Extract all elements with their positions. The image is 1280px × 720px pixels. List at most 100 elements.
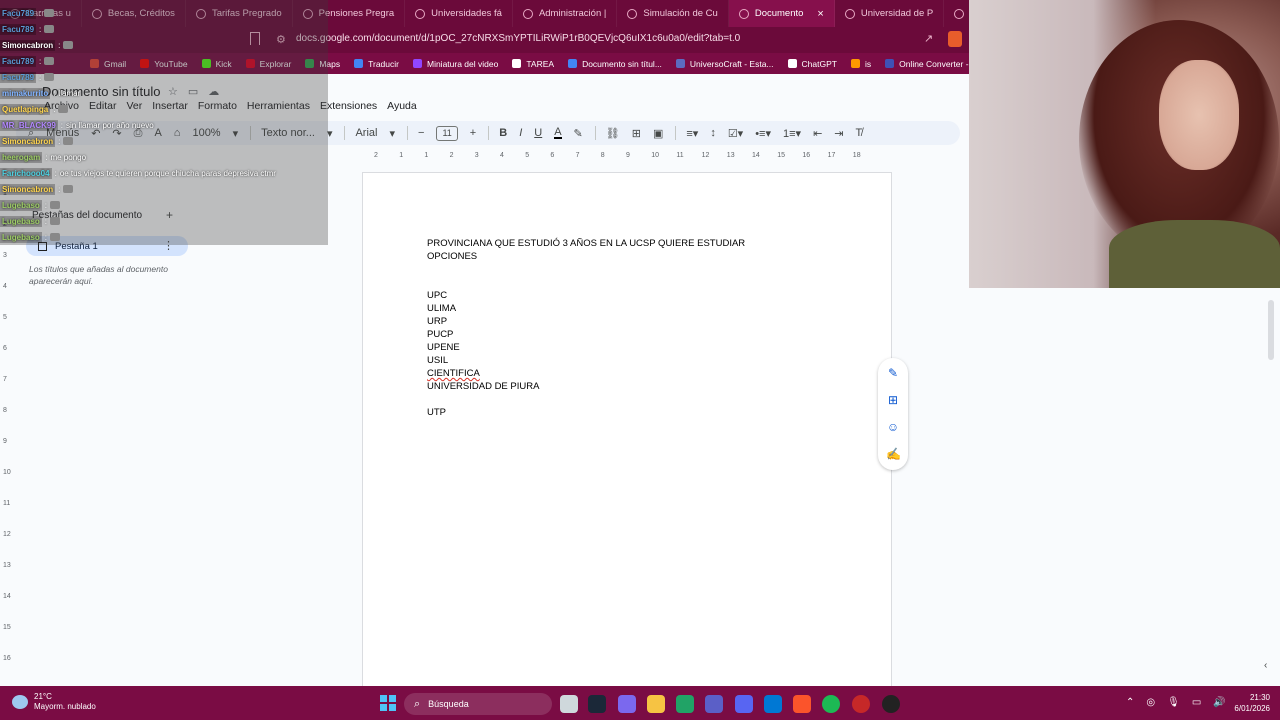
chat-emote-icon xyxy=(44,73,55,81)
underline-icon[interactable]: U xyxy=(534,127,542,139)
ruler-tick: 2 xyxy=(449,152,454,159)
expand-icon[interactable]: ‹ xyxy=(1264,660,1267,671)
document-line[interactable]: UTP xyxy=(427,406,745,419)
line-spacing-icon[interactable]: ↕ xyxy=(710,127,716,139)
store-icon[interactable] xyxy=(764,695,782,713)
windows-start-icon[interactable] xyxy=(380,695,398,713)
document-body[interactable]: PROVINCIANA QUE ESTUDIÓ 3 AÑOS EN LA UCS… xyxy=(427,237,745,419)
chat-emote-icon xyxy=(50,201,61,209)
bulleted-list-icon[interactable]: •≡▾ xyxy=(755,127,771,140)
document-line[interactable]: UNIVERSIDAD DE PIURA xyxy=(427,380,745,393)
document-line[interactable] xyxy=(427,276,745,289)
document-line[interactable]: PROVINCIANA QUE ESTUDIÓ 3 AÑOS EN LA UCS… xyxy=(427,237,745,250)
decrease-indent-icon[interactable]: ⇤ xyxy=(813,127,822,140)
browser-tab[interactable]: Administración | xyxy=(513,0,618,27)
document-page[interactable]: PROVINCIANA QUE ESTUDIÓ 3 AÑOS EN LA UCS… xyxy=(362,172,892,692)
document-line[interactable]: UPENE xyxy=(427,341,745,354)
document-line[interactable]: PUCP xyxy=(427,328,745,341)
add-comment-float-icon[interactable]: ⊞ xyxy=(886,393,900,407)
weather-widget[interactable]: 21°C Mayorm. nublado xyxy=(12,692,96,712)
browser-tab[interactable]: Universidad de P xyxy=(835,0,945,27)
steam-icon[interactable] xyxy=(588,695,606,713)
chat-message: Lugebaso: xyxy=(0,198,61,212)
insert-image-icon[interactable]: ▣ xyxy=(653,127,663,140)
microphone-icon[interactable]: 🎙 xyxy=(1167,697,1180,708)
numbered-list-icon[interactable]: 1≡▾ xyxy=(783,127,801,140)
bookmark-label: Miniatura del video xyxy=(426,58,499,69)
bookmark-item[interactable]: Documento sin títul... xyxy=(568,59,662,69)
url-field[interactable]: docs.google.com/document/d/1pOC_27cNRXSm… xyxy=(296,33,740,44)
font-select[interactable]: Arial xyxy=(355,127,377,139)
toolbar-divider xyxy=(488,126,490,140)
chat-message: Facu789: xyxy=(0,54,55,68)
chat-message: Simoncabron: xyxy=(0,182,74,196)
browser-tab[interactable]: Documento × xyxy=(728,0,835,27)
chat-emote-icon xyxy=(44,9,55,17)
chat-message: Facu789: xyxy=(0,22,55,36)
increase-indent-icon[interactable]: ⇥ xyxy=(834,127,843,140)
bookmark-item[interactable]: ChatGPT xyxy=(787,59,837,69)
document-line[interactable] xyxy=(427,263,745,276)
excel-icon[interactable] xyxy=(676,695,694,713)
document-line[interactable]: UPC xyxy=(427,289,745,302)
share-icon[interactable]: ↗ xyxy=(924,32,933,45)
highlight-icon[interactable]: ✎ xyxy=(574,127,583,140)
text-color-icon[interactable]: A xyxy=(554,127,562,139)
network-icon[interactable]: ◎ xyxy=(1146,697,1155,708)
copilot-icon[interactable] xyxy=(618,695,636,713)
decrease-font-size-icon[interactable]: − xyxy=(418,127,424,139)
close-tab-icon[interactable]: × xyxy=(817,8,823,20)
browser-tab[interactable]: Simulación de Cu xyxy=(617,0,729,27)
emoji-reaction-icon[interactable]: ☺ xyxy=(886,420,900,434)
brave-shield-icon[interactable] xyxy=(948,31,962,47)
horizontal-ruler[interactable]: 2 1 1 2 3 4 5 6 7 8 9 10 11 12 13 14 15 16 17 18 xyxy=(330,148,950,162)
taskbar-search-label: Búsqueda xyxy=(428,699,469,709)
brave-browser-icon[interactable] xyxy=(793,695,811,713)
app-icon[interactable] xyxy=(852,695,870,713)
font-chevron-icon[interactable]: ▾ xyxy=(389,127,395,140)
document-line[interactable] xyxy=(427,393,745,406)
taskbar-search[interactable]: ⌕ Búsqueda xyxy=(404,693,552,715)
chat-message: mimakurrito: llamar xyxy=(0,87,81,99)
obs-icon[interactable] xyxy=(882,695,900,713)
checklist-icon[interactable]: ☑▾ xyxy=(728,127,743,140)
volume-icon[interactable]: 🔊 xyxy=(1213,697,1225,708)
file-explorer-icon[interactable] xyxy=(647,695,665,713)
document-line[interactable]: ULIMA xyxy=(427,302,745,315)
font-size-input[interactable]: 11 xyxy=(436,125,458,141)
taskbar-clock[interactable]: 21:30 6/01/2026 xyxy=(1228,692,1270,714)
browser-tab[interactable]: Universidades fá xyxy=(405,0,513,27)
document-line[interactable]: URP xyxy=(427,315,745,328)
bold-icon[interactable]: B xyxy=(499,127,507,139)
display-icon[interactable]: ▭ xyxy=(1192,697,1201,708)
bookmark-item[interactable]: Online Converter -... xyxy=(885,59,976,69)
add-comment-icon[interactable]: ⊞ xyxy=(632,127,641,140)
task-view-icon[interactable] xyxy=(560,695,578,713)
document-line[interactable]: OPCIONES xyxy=(427,250,745,263)
menu-ayuda[interactable]: Ayuda xyxy=(387,100,417,112)
help-me-write-icon[interactable]: ✎ xyxy=(886,366,900,380)
stream-chat-overlay: Facu789: Facu789: Simoncabron: Facu789: Facu… xyxy=(0,0,328,245)
spotify-icon[interactable] xyxy=(822,695,840,713)
document-line[interactable]: CIENTIFICA xyxy=(427,367,745,380)
align-icon[interactable]: ≡▾ xyxy=(686,127,698,140)
bookmark-item[interactable]: Miniatura del video xyxy=(412,58,499,69)
tabs-outline-hint: Los títulos que añadas al documento apar… xyxy=(29,264,168,286)
ruler-tick: 16 xyxy=(3,655,11,662)
menu-extensiones[interactable]: Extensiones xyxy=(320,100,377,112)
teams-icon[interactable] xyxy=(705,695,723,713)
suggest-edits-icon[interactable]: ✍ xyxy=(886,447,901,461)
increase-font-size-icon[interactable]: + xyxy=(470,127,476,139)
bookmark-item[interactable]: UniversoCraft - Esta... xyxy=(675,59,774,69)
italic-icon[interactable]: I xyxy=(519,127,522,139)
show-hidden-icons-icon[interactable]: ⌃ xyxy=(1126,697,1134,708)
bookmark-item[interactable]: is xyxy=(850,59,871,69)
bookmark-item[interactable]: Traducir xyxy=(354,59,399,69)
bookmark-item[interactable]: TAREA xyxy=(512,59,554,69)
clear-formatting-icon[interactable]: T̸ xyxy=(856,127,863,139)
document-line[interactable]: USIL xyxy=(427,354,745,367)
insert-link-icon[interactable]: ⛓ xyxy=(606,127,620,140)
bookmark-favicon-icon xyxy=(885,59,895,68)
vertical-scrollbar[interactable] xyxy=(1268,300,1274,360)
discord-icon[interactable] xyxy=(735,695,753,713)
